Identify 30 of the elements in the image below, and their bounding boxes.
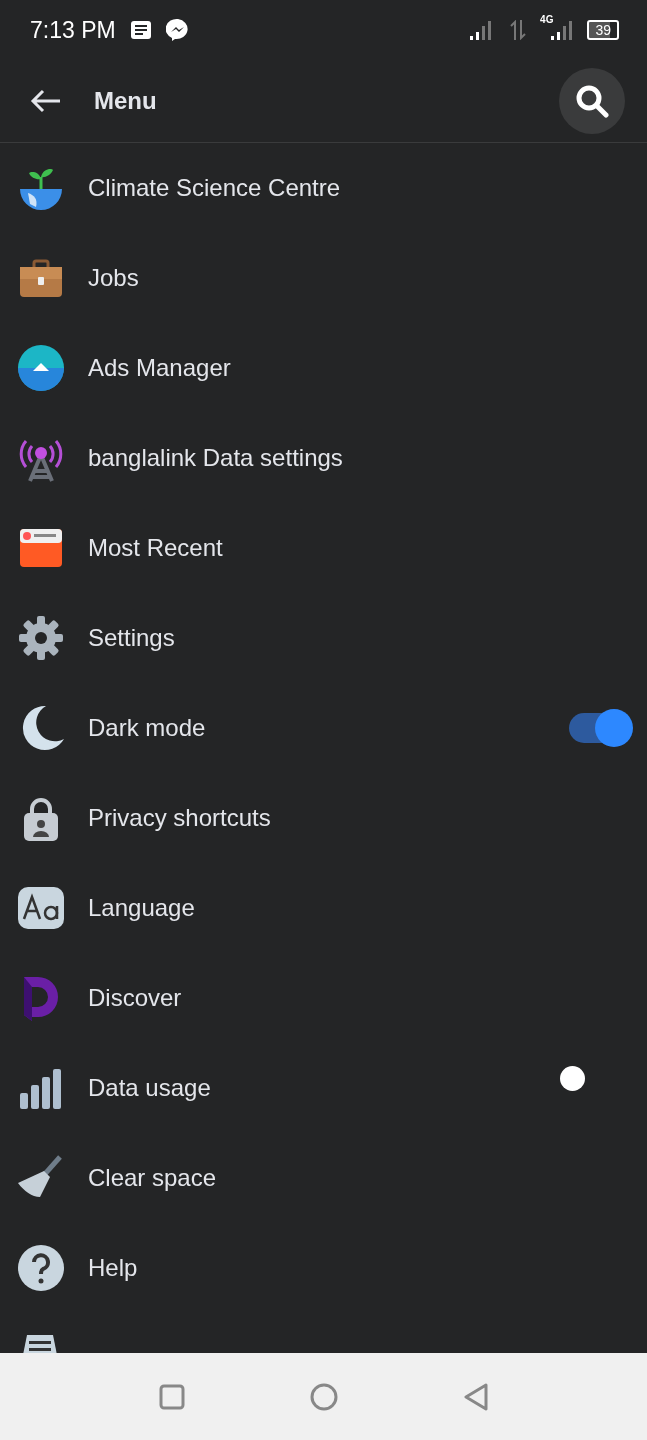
- battery-level: 39: [587, 20, 619, 40]
- signal-icon: [551, 20, 574, 40]
- menu-item[interactable]: Discover: [88, 984, 631, 1012]
- messenger-icon: [165, 18, 190, 42]
- back-button[interactable]: [462, 1382, 489, 1411]
- touch-indicator: [560, 1066, 585, 1091]
- menu-item[interactable]: Settings: [88, 624, 631, 652]
- notes-icon: [129, 20, 152, 40]
- question-icon: [16, 1243, 66, 1293]
- menu-item[interactable]: Help: [88, 1254, 631, 1282]
- network-type: 4G: [540, 14, 554, 25]
- triangle-circle-icon: [16, 343, 66, 393]
- menu-item[interactable]: Privacy shortcuts: [88, 804, 631, 832]
- menu-item[interactable]: Language: [88, 894, 631, 922]
- search-icon: [575, 84, 609, 118]
- home-button[interactable]: [309, 1382, 338, 1411]
- recents-button[interactable]: [158, 1383, 185, 1410]
- status-time: 7:13 PM: [30, 16, 116, 44]
- menu-item[interactable]: banglalink Data settings: [88, 444, 631, 472]
- back-arrow-icon[interactable]: [30, 89, 62, 113]
- menu-item[interactable]: Dark mode: [88, 714, 547, 742]
- menu-item[interactable]: Clear space: [88, 1164, 631, 1192]
- page-title: Menu: [94, 87, 158, 115]
- menu-item[interactable]: Climate Science Centre: [88, 174, 631, 202]
- menu-item[interactable]: Jobs: [88, 264, 631, 292]
- menu-item[interactable]: Data usage: [88, 1074, 631, 1102]
- menu-item[interactable]: Ads Manager: [88, 354, 631, 382]
- data-arrows-icon: [510, 20, 527, 40]
- gear-icon: [16, 613, 66, 663]
- menu-item[interactable]: Most Recent: [88, 534, 631, 562]
